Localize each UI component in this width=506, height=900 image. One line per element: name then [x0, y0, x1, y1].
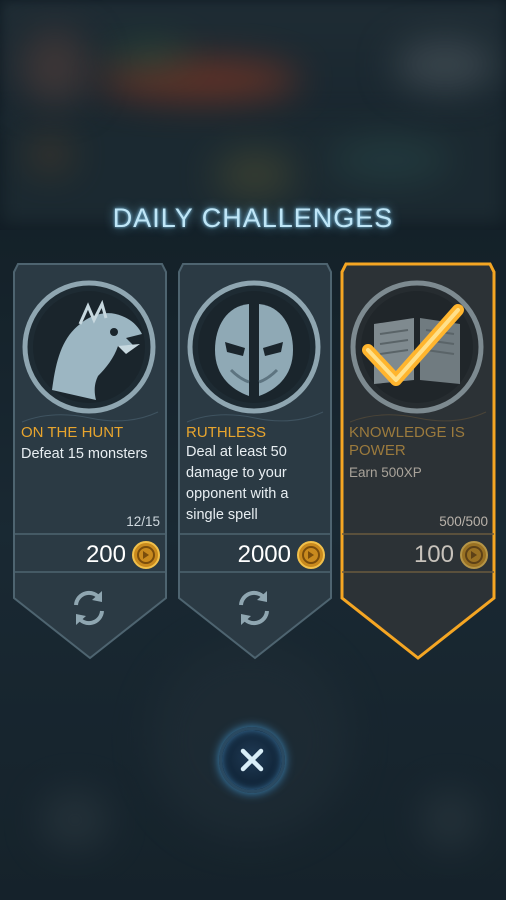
challenge-name: ON THE HUNT [21, 424, 124, 441]
challenge-name: KNOWLEDGE IS POWER [349, 424, 465, 459]
close-button[interactable] [219, 727, 285, 793]
challenge-description: Earn 500XP [349, 465, 422, 480]
gold-coin-icon [460, 541, 488, 569]
challenge-reward: 200 [86, 538, 160, 572]
refresh-icon[interactable] [66, 585, 112, 631]
challenge-description: Deal at least 50 damage to your opponent… [186, 444, 289, 523]
challenge-card-knowledge-is-power[interactable]: KNOWLEDGE IS POWER Earn 500XP 500/500 10… [340, 262, 496, 662]
challenge-description: Defeat 15 monsters [21, 446, 148, 462]
challenge-reward: 100 [414, 538, 488, 572]
reward-value: 2000 [237, 541, 291, 568]
checkmark-icon [362, 304, 464, 386]
challenge-progress: 12/15 [126, 514, 160, 529]
close-icon [240, 748, 264, 772]
page-title: DAILY CHALLENGES [112, 203, 394, 233]
gold-coin-icon [132, 541, 160, 569]
griffin-head-icon [22, 280, 156, 414]
refresh-icon[interactable] [231, 585, 277, 631]
reward-value: 200 [85, 541, 126, 568]
challenge-progress: 500/500 [439, 514, 488, 529]
challenge-name: RUTHLESS [186, 424, 267, 441]
challenge-card-on-the-hunt[interactable]: ON THE HUNT Defeat 15 monsters 12/15 200 [12, 262, 168, 662]
challenge-card-ruthless[interactable]: RUTHLESS Deal at least 50 damage to your… [177, 262, 333, 662]
reward-value: 100 [413, 541, 454, 568]
knight-helmet-icon [187, 280, 321, 414]
challenge-reward: 2000 [238, 538, 325, 572]
gold-coin-icon [297, 541, 325, 569]
